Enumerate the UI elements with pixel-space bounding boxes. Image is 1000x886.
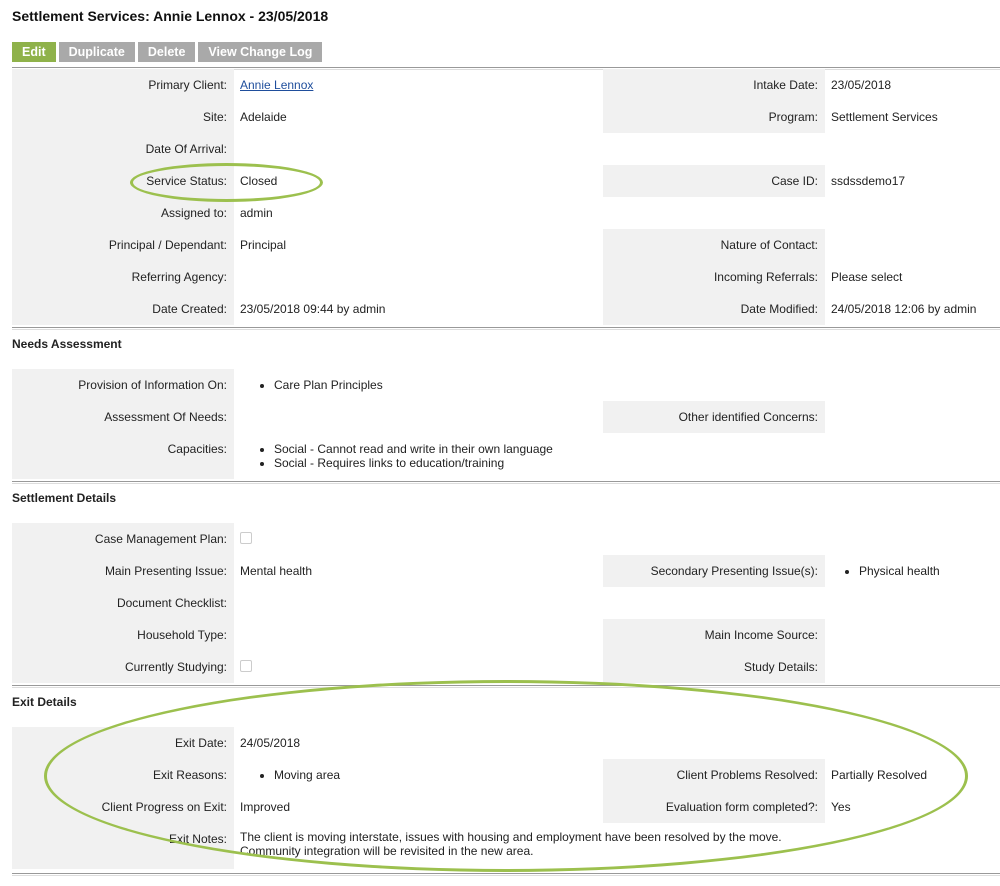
site-value: Adelaide — [240, 110, 287, 124]
service-status-label: Service Status: — [12, 165, 234, 197]
capacity-item: Social - Requires links to education/tra… — [274, 456, 603, 470]
delete-button[interactable]: Delete — [137, 42, 196, 62]
intake-date-label: Intake Date: — [603, 69, 825, 101]
main-details: Primary Client: Annie Lennox Intake Date… — [12, 69, 1000, 325]
program-value: Settlement Services — [831, 110, 938, 124]
provision-label: Provision of Information On: — [12, 369, 234, 401]
date-of-arrival-label: Date Of Arrival: — [12, 133, 234, 165]
duplicate-button[interactable]: Duplicate — [58, 42, 135, 62]
needs-assessment-heading: Needs Assessment — [12, 337, 122, 351]
currently-studying-checkbox[interactable] — [240, 660, 252, 672]
program-label: Program: — [603, 101, 825, 133]
view-change-log-button[interactable]: View Change Log — [198, 42, 323, 62]
document-checklist-label: Document Checklist: — [12, 587, 234, 619]
incoming-referrals-label: Incoming Referrals: — [603, 261, 825, 293]
problems-resolved-label: Client Problems Resolved: — [603, 759, 825, 791]
client-progress-label: Client Progress on Exit: — [12, 791, 234, 823]
date-created-value: 23/05/2018 09:44 by admin — [240, 302, 386, 316]
date-created-label: Date Created: — [12, 293, 234, 325]
exit-notes-value: The client is moving interstate, issues … — [240, 830, 782, 858]
nature-of-contact-value — [825, 229, 1000, 261]
case-id-value: ssdssdemo17 — [831, 174, 906, 188]
client-progress-value: Improved — [240, 800, 291, 814]
exit-notes-label: Exit Notes: — [12, 823, 234, 869]
main-presenting-issue-label: Main Presenting Issue: — [12, 555, 234, 587]
date-of-arrival-value — [234, 133, 603, 165]
divider — [12, 685, 1000, 688]
case-management-plan-checkbox[interactable] — [240, 532, 252, 544]
primary-client-link[interactable]: Annie Lennox — [240, 78, 313, 92]
exit-reasons-label: Exit Reasons: — [12, 759, 234, 791]
main-presenting-issue-value: Mental health — [240, 564, 313, 578]
edit-button[interactable]: Edit — [12, 42, 56, 62]
primary-client-label: Primary Client: — [12, 69, 234, 101]
capacity-item: Social - Cannot read and write in their … — [274, 442, 603, 456]
evaluation-form-value: Yes — [831, 800, 851, 814]
exit-date-label: Exit Date: — [12, 727, 234, 759]
divider — [12, 481, 1000, 484]
principal-value: Principal — [240, 238, 287, 252]
case-id-label: Case ID: — [603, 165, 825, 197]
settlement-details-heading: Settlement Details — [12, 491, 117, 505]
page-title: Settlement Services: Annie Lennox - 23/0… — [12, 8, 329, 24]
assigned-to-value: admin — [240, 206, 273, 220]
case-management-plan-label: Case Management Plan: — [12, 523, 234, 555]
provision-item: Care Plan Principles — [274, 378, 603, 392]
referring-agency-value — [234, 261, 603, 293]
date-modified-value: 24/05/2018 12:06 by admin — [831, 302, 977, 316]
secondary-issue-label: Secondary Presenting Issue(s): — [603, 555, 825, 587]
principal-label: Principal / Dependant: — [12, 229, 234, 261]
exit-reason-item: Moving area — [274, 768, 603, 782]
toolbar: Edit Duplicate Delete View Change Log — [12, 42, 323, 62]
service-status-value: Closed — [240, 174, 278, 188]
problems-resolved-value: Partially Resolved — [831, 768, 928, 782]
study-details-label: Study Details: — [603, 651, 825, 683]
main-income-source-label: Main Income Source: — [603, 619, 825, 651]
date-modified-label: Date Modified: — [603, 293, 825, 325]
exit-details-section: Exit Date: 24/05/2018 Exit Reasons: Movi… — [12, 727, 1000, 869]
currently-studying-label: Currently Studying: — [12, 651, 234, 683]
exit-details-heading: Exit Details — [12, 695, 77, 709]
secondary-issue-item: Physical health — [859, 564, 1000, 578]
divider — [12, 327, 1000, 330]
incoming-referrals-value: Please select — [831, 270, 903, 284]
referring-agency-label: Referring Agency: — [12, 261, 234, 293]
exit-date-value: 24/05/2018 — [240, 736, 301, 750]
assigned-to-label: Assigned to: — [12, 197, 234, 229]
divider — [12, 873, 1000, 876]
assessment-of-needs-label: Assessment Of Needs: — [12, 401, 234, 433]
site-label: Site: — [12, 101, 234, 133]
evaluation-form-label: Evaluation form completed?: — [603, 791, 825, 823]
needs-assessment-section: Provision of Information On: Care Plan P… — [12, 369, 1000, 479]
other-concerns-label: Other identified Concerns: — [603, 401, 825, 433]
nature-of-contact-label: Nature of Contact: — [603, 229, 825, 261]
household-type-label: Household Type: — [12, 619, 234, 651]
settlement-details-section: Case Management Plan: Main Presenting Is… — [12, 523, 1000, 683]
capacities-label: Capacities: — [12, 433, 234, 479]
intake-date-value: 23/05/2018 — [831, 78, 892, 92]
